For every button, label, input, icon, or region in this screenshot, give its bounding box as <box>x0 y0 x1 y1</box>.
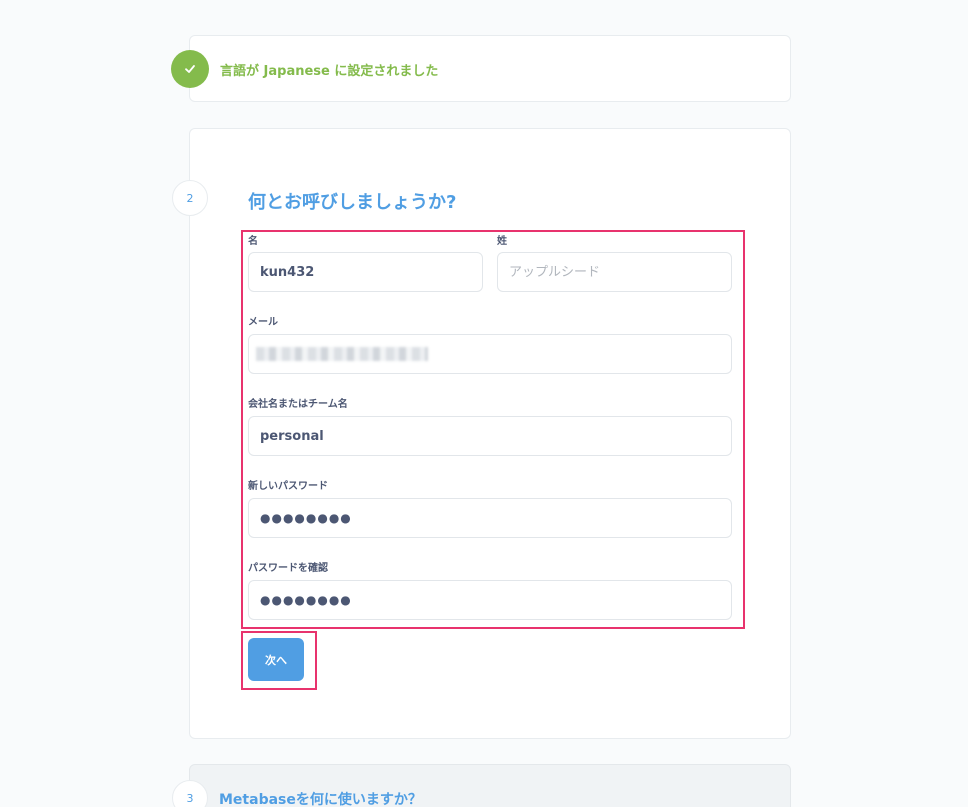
step-usage-title: Metabaseを何に使いますか？ <box>219 792 422 807</box>
first-name-label: 名 <box>248 236 258 247</box>
step-language-title: 言語が Japanese に設定されました <box>220 64 439 79</box>
last-name-label: 姓 <box>497 236 507 247</box>
next-button[interactable]: 次へ <box>248 638 304 681</box>
password-confirm-label: パスワードを確認 <box>248 563 328 574</box>
password-confirm-input[interactable] <box>248 580 732 620</box>
password-label: 新しいパスワード <box>248 481 328 492</box>
step-user-title: 何とお呼びしましょうか? <box>248 192 457 213</box>
password-input[interactable] <box>248 498 732 538</box>
redacted-email <box>256 347 428 361</box>
last-name-input[interactable] <box>497 252 732 292</box>
company-input[interactable] <box>248 416 732 456</box>
first-name-input[interactable] <box>248 252 483 292</box>
email-label: メール <box>248 317 278 328</box>
check-icon <box>171 50 209 88</box>
company-label: 会社名またはチーム名 <box>248 399 348 410</box>
step-number-badge: 2 <box>172 180 208 216</box>
